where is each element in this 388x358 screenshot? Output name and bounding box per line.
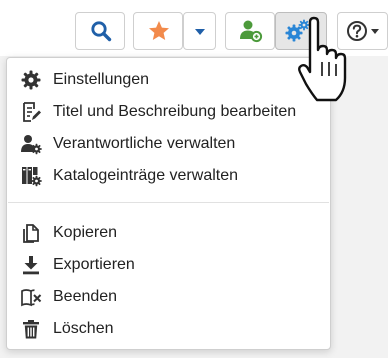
star-icon: [149, 21, 169, 40]
menu-item-copy[interactable]: Kopieren: [7, 217, 330, 247]
menu-item-export[interactable]: Exportieren: [7, 249, 330, 279]
user-icon: [240, 20, 263, 43]
menu-item-close[interactable]: Beenden: [7, 281, 330, 311]
copy-icon: [23, 224, 39, 243]
menu-item-settings[interactable]: Einstellungen: [7, 64, 330, 94]
menu-item-manage-catalog[interactable]: Katalogeinträge verwalten: [7, 160, 330, 190]
menu-item-label: Kopieren: [53, 224, 118, 241]
hand-cursor-icon: [298, 16, 347, 102]
favorite-button[interactable]: [133, 12, 183, 50]
menu-item-label: Löschen: [53, 320, 114, 337]
menu-item-label: Exportieren: [53, 256, 135, 273]
catalog-gear-icon: [22, 167, 42, 187]
menu-item-label: Einstellungen: [53, 71, 150, 88]
close-book-icon: [21, 289, 42, 307]
menu-item-edit-title-description[interactable]: Titel und Beschreibung bearbeiten: [7, 96, 330, 126]
menu-item-label: Titel und Beschreibung bearbeiten: [53, 103, 297, 120]
menu-item-delete[interactable]: Löschen: [7, 313, 330, 343]
menu-item-label: Beenden: [53, 288, 118, 305]
download-icon: [23, 256, 39, 275]
menu-item-label: Verantwortliche verwalten: [53, 135, 236, 152]
caret-down-icon: [371, 29, 379, 34]
menu-item-label: Katalogeinträge verwalten: [53, 167, 239, 184]
menu-item-manage-owners[interactable]: Verantwortliche verwalten: [7, 128, 330, 158]
user-gear-icon: [21, 135, 42, 155]
gear-icon: [21, 70, 41, 90]
trash-icon: [23, 320, 39, 339]
caret-down-icon: [195, 29, 205, 35]
search-icon: [91, 21, 112, 42]
members-button[interactable]: [225, 12, 275, 50]
search-button[interactable]: [75, 12, 125, 50]
favorite-dropdown-button[interactable]: [183, 12, 216, 50]
edit-document-icon: [23, 102, 41, 122]
menu-divider: [8, 202, 329, 203]
settings-dropdown-menu: Einstellungen Titel und Beschreibung bea…: [6, 57, 331, 350]
